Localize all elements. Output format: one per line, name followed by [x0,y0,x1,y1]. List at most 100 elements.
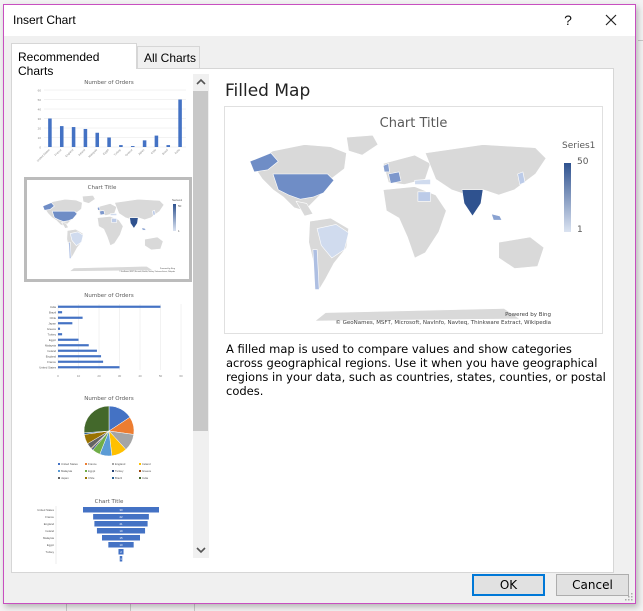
x-tick-label: Turkey [113,147,122,156]
legend-swatch [139,470,141,472]
horizontal-bar [58,360,104,363]
legend-min: 1 [577,225,583,235]
legend-color-scale [173,204,176,231]
funnel-value-label: 30 [119,508,123,512]
x-tick-label: 0 [57,374,59,378]
tab-all-charts[interactable]: All Charts [137,46,200,68]
x-tick-label: 10 [77,374,81,378]
cancel-button[interactable]: Cancel [556,574,629,596]
column-bar [154,135,159,147]
thumbnail-scrollbar[interactable] [193,74,209,558]
x-tick-label: England [64,148,74,158]
thumbnail-funnel[interactable]: Chart Title 30 United States 22 France 21 Engl… [28,494,190,564]
thumbnail-clustered-bar[interactable]: Number of Orders 0 10 20 30 40 50 60 India Brazil… [28,287,190,385]
resize-grip-icon[interactable] [625,593,633,601]
x-tick-label: 20 [97,374,101,378]
horizontal-bar [58,311,63,314]
y-tick-label: 0 [39,146,41,150]
column-bar [178,99,182,147]
horizontal-bar [58,327,61,330]
column-bar [59,126,64,147]
region-france [388,171,402,184]
insert-chart-dialog: Insert Chart ? Recommended Charts All Ch… [3,4,636,604]
y-category-label: Turkey [48,332,57,336]
chart-type-name: Filled Map [225,81,311,101]
legend-entry: United States [61,462,78,466]
close-icon [605,14,617,26]
region-uk-ireland [97,206,101,211]
column-bar [130,146,135,147]
chart-description: A filled map is used to compare values a… [226,342,606,398]
region-africa [382,186,447,259]
column-bar [95,132,100,147]
legend-entry: Brazil [115,476,122,480]
column-bar [71,127,76,147]
x-tick-label: 30 [118,374,122,378]
legend-title: Series1 [172,198,183,202]
chevron-up-icon [196,78,206,85]
x-tick-label: Brazil [161,148,169,156]
x-tick-label: India [174,148,181,155]
help-button[interactable]: ? [557,9,579,31]
region-malaysia [490,213,503,221]
y-category-label: Japan [48,321,56,325]
horizontal-bar [58,333,63,336]
column-bar [83,128,88,147]
legend-swatch [112,477,114,479]
region-greenland [81,194,96,204]
legend-swatch [58,477,60,479]
legend-entry: Chile [88,476,95,480]
tab-recommended-charts[interactable]: Recommended Charts [11,43,137,78]
legend-swatch [85,477,87,479]
horizontal-bar [58,305,161,308]
horizontal-bar [58,344,89,347]
thumbnail-filled-map[interactable]: Chart Title Series1 50 1 Powered by Bing © Ge… [24,177,192,282]
funnel-category-label: Egypt [47,543,54,547]
region-turkey [109,213,118,216]
legend-entry: France [88,462,97,466]
x-tick-label: Egypt [102,148,110,156]
horizontal-bar [58,322,73,325]
funnel-category-label: United States [37,508,54,512]
grid-line [638,40,643,41]
legend-swatch [85,463,87,465]
thumbnail-title: Number of Orders [84,396,134,402]
close-button[interactable] [598,9,624,31]
filled-map-thumbnail: Chart TitleSeries1501Powered by Bing© Ge… [42,185,183,273]
thumbnail-pie[interactable]: Number of Orders United States France Engla… [28,390,190,488]
funnel-value-label: 15 [119,536,123,540]
funnel-category-label: Ireland [45,529,54,533]
scrollbar-thumb[interactable] [193,91,208,431]
dialog-title: Insert Chart [13,13,76,27]
region-india [461,189,484,217]
legend-entry: Japan [61,476,69,480]
legend-entry: Ireland [142,462,151,466]
x-tick-label: Greece [124,148,134,158]
y-category-label: Ireland [47,349,56,353]
y-category-label: United States [39,365,56,369]
column-bar [166,145,171,147]
region-australia [144,236,164,251]
thumbnail-title: Number of Orders [84,80,134,86]
legend-entry: England [115,462,126,466]
powered-by-bing: Powered by Bing [505,312,551,318]
legend-max: 50 [178,204,182,208]
thumbnail-title: Number of Orders [84,293,134,299]
legend-max: 50 [577,157,589,167]
legend-swatch [58,470,60,472]
region-egypt [111,218,118,223]
ok-button[interactable]: OK [472,574,545,596]
scroll-down-button[interactable] [193,542,209,558]
scroll-up-button[interactable] [193,74,209,90]
legend-swatch [85,470,87,472]
horizontal-bar [58,355,102,358]
x-tick-label: Malaysia [87,148,98,159]
region-malaysia [141,227,147,231]
horizontal-bar [58,366,120,369]
y-tick-label: 40 [38,108,42,112]
recommended-chart-list: Number of Orders 0 10 20 30 40 50 60 United Stat… [22,74,192,564]
funnel-chart-thumbnail: Chart Title 30 United States 22 France 21 Engl… [37,499,159,564]
thumbnail-clustered-column[interactable]: Number of Orders 0 10 20 30 40 50 60 United Stat… [28,74,190,172]
y-tick-label: 10 [38,136,42,140]
x-tick-label: Japan [137,148,146,157]
